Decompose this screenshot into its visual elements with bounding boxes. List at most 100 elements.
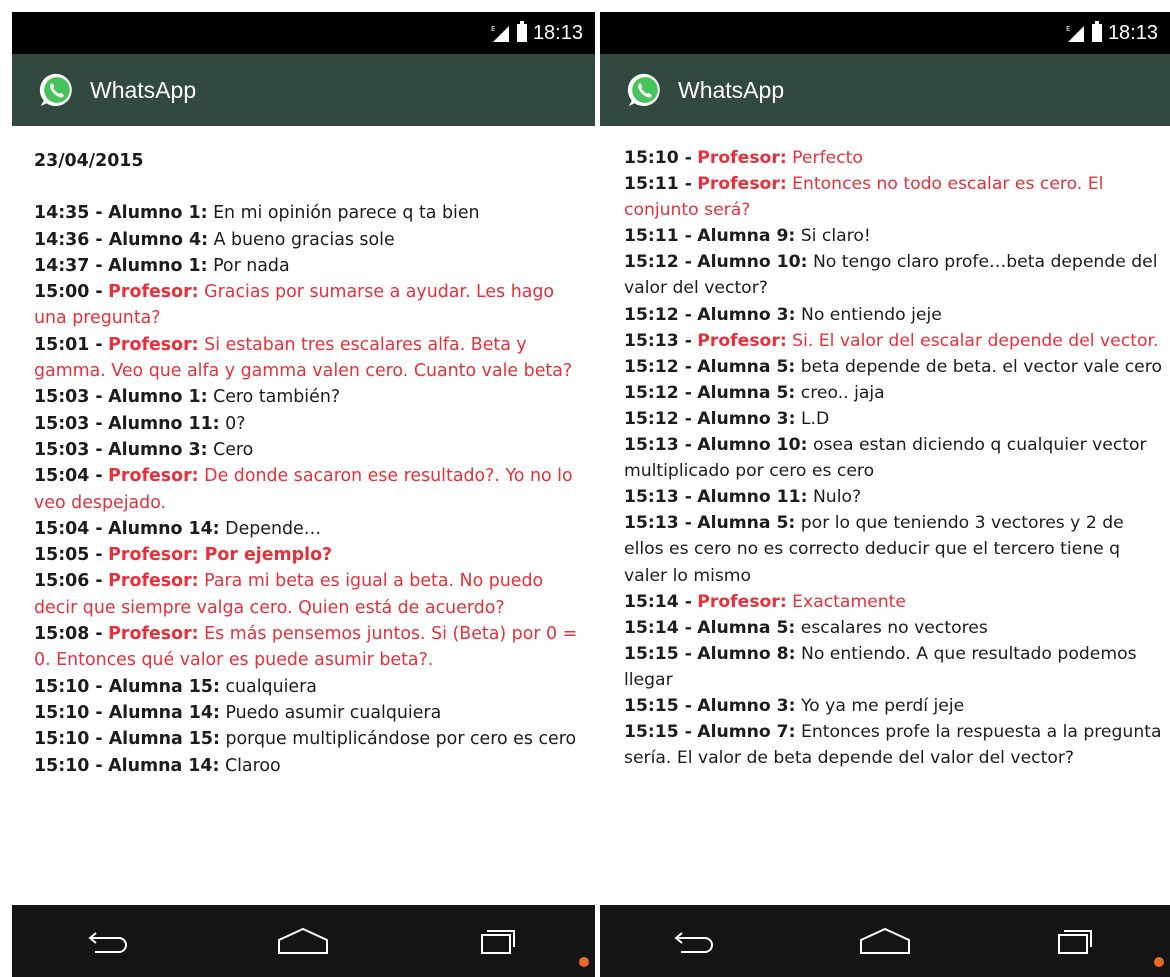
message-author: Alumno 7: — [697, 722, 796, 743]
student-message[interactable]: 14:37 - Alumno 1: Por nada — [34, 253, 581, 279]
message-time: 15:14 - — [624, 591, 692, 612]
message-time: 15:12 - — [624, 356, 692, 377]
professor-message[interactable]: 15:08 - Profesor: Es más pensemos juntos… — [34, 621, 581, 674]
student-message[interactable]: 15:12 - Alumno 3: No entiendo jeje — [624, 302, 1162, 328]
student-message[interactable]: 15:12 - Alumna 5: beta depende de beta. … — [624, 354, 1162, 380]
message-author: Alumno 3: — [697, 695, 796, 716]
signal-icon: E — [1066, 23, 1086, 43]
home-icon — [860, 927, 910, 954]
message-time: 15:03 - — [34, 439, 103, 460]
phone-screen-right: E 18:13 WhatsApp 15:10 - Profesor: Perfe… — [600, 12, 1170, 977]
chat-transcript: 15:10 - Profesor: Perfecto 15:11 - Profes… — [624, 145, 1162, 771]
recents-icon — [1058, 930, 1092, 954]
student-message[interactable]: 15:03 - Alumno 3: Cero — [34, 437, 581, 463]
professor-message[interactable]: 15:04 - Profesor: De donde sacaron ese r… — [34, 463, 581, 516]
message-text: En mi opinión parece q ta bien — [213, 203, 480, 224]
message-time: 14:35 - — [34, 203, 103, 224]
back-button[interactable] — [655, 916, 735, 966]
student-message[interactable]: 15:15 - Alumno 7: Entonces profe la resp… — [624, 719, 1162, 771]
student-message[interactable]: 15:04 - Alumno 14: Depende… — [34, 516, 581, 542]
status-bar: E 18:13 — [12, 12, 595, 54]
status-icons: E 18:13 — [1066, 18, 1158, 48]
recents-button[interactable] — [458, 916, 538, 966]
message-time: 15:01 - — [34, 334, 103, 355]
message-time: 15:04 - — [34, 518, 103, 539]
professor-message[interactable]: 15:13 - Profesor: Si. El valor del escal… — [624, 328, 1162, 354]
navigation-bar — [12, 905, 595, 977]
professor-message[interactable]: 15:06 - Profesor: Para mi beta es igual … — [34, 568, 581, 621]
message-text: creo.. jaja — [800, 382, 885, 403]
student-message[interactable]: 15:15 - Alumno 8: No entiendo. A que res… — [624, 641, 1162, 693]
message-author: Alumna 9: — [697, 226, 796, 247]
student-message[interactable]: 15:03 - Alumno 1: Cero también? — [34, 384, 581, 410]
message-time: 15:10 - — [34, 729, 109, 750]
student-message[interactable]: 14:36 - Alumno 4: A bueno gracias sole — [34, 227, 581, 253]
student-message[interactable]: 15:10 - Alumna 14: Puedo asumir cualquie… — [34, 700, 581, 726]
message-author: Alumna 5: — [697, 617, 796, 638]
student-message[interactable]: 15:03 - Alumno 11: 0? — [34, 411, 581, 437]
professor-message[interactable]: 15:10 - Profesor: Perfecto — [624, 145, 1162, 171]
message-author: Alumno 10: — [697, 435, 808, 456]
message-text: Puedo asumir cualquiera — [225, 702, 442, 723]
message-time: 15:13 - — [624, 513, 692, 534]
professor-message[interactable]: 15:00 - Profesor: Gracias por sumarse a … — [34, 279, 581, 332]
message-text: porque multiplicándose por cero es cero — [225, 729, 577, 750]
student-message[interactable]: 15:13 - Alumna 5: por lo que teniendo 3 … — [624, 510, 1162, 588]
message-text: Nulo? — [812, 487, 862, 508]
message-time: 15:13 - — [624, 330, 692, 351]
message-time: 15:03 - — [34, 387, 103, 408]
professor-message[interactable]: 15:14 - Profesor: Exactamente — [624, 589, 1162, 615]
student-message[interactable]: 15:13 - Alumno 11: Nulo? — [624, 484, 1162, 510]
message-author: Alumno 3: — [108, 439, 208, 460]
message-time: 15:13 - — [624, 487, 692, 508]
message-text: Claroo — [224, 755, 281, 776]
home-button[interactable] — [263, 916, 343, 966]
message-author: Profesor: — [697, 148, 787, 168]
student-message[interactable]: 15:12 - Alumno 10: No tengo claro profe…… — [624, 249, 1162, 301]
message-time: 14:37 - — [34, 255, 103, 276]
message-time: 15:10 - — [624, 148, 692, 168]
navigation-bar — [600, 905, 1170, 977]
message-time: 15:12 - — [624, 252, 692, 273]
message-time: 15:08 - — [34, 624, 103, 645]
message-time: 15:04 - — [34, 466, 103, 487]
home-button[interactable] — [845, 916, 925, 966]
whatsapp-icon[interactable] — [38, 71, 76, 109]
message-author: Alumno 3: — [697, 408, 796, 429]
message-author: Alumno 11: — [108, 413, 220, 434]
back-button[interactable] — [69, 916, 149, 966]
message-text: Exactamente — [792, 591, 906, 612]
student-message[interactable]: 15:10 - Alumna 15: cualquiera — [34, 674, 581, 700]
student-message[interactable]: 15:10 - Alumna 14: Claroo — [34, 753, 581, 779]
whatsapp-icon[interactable] — [626, 71, 664, 109]
message-text: Yo ya me perdí jeje — [800, 695, 965, 716]
message-text: Entonces no todo escalar es cero. El con… — [624, 174, 1104, 221]
app-title: WhatsApp — [90, 76, 197, 103]
message-author: Alumna 5: — [697, 382, 796, 403]
student-message[interactable]: 15:12 - Alumno 3: L.D — [624, 406, 1162, 432]
recents-button[interactable] — [1035, 916, 1115, 966]
message-text: Perfecto — [792, 148, 863, 168]
status-time: 18:13 — [532, 21, 583, 44]
student-message[interactable]: 15:10 - Alumna 15: porque multiplicándos… — [34, 726, 581, 752]
message-author: Profesor: — [108, 571, 199, 592]
status-icons: E 18:13 — [491, 18, 583, 48]
message-author: Alumna 5: — [697, 356, 796, 377]
student-message[interactable]: 14:35 - Alumno 1: En mi opinión parece q… — [34, 200, 581, 226]
professor-message[interactable]: 15:05 - Profesor: Por ejemplo? — [34, 542, 581, 568]
message-time: 15:05 - — [34, 545, 103, 566]
battery-icon — [516, 21, 527, 42]
status-time: 18:13 — [1107, 21, 1158, 44]
message-time: 15:12 - — [624, 408, 692, 429]
professor-message[interactable]: 15:01 - Profesor: Si estaban tres escala… — [34, 332, 581, 385]
student-message[interactable]: 15:11 - Alumna 9: Si claro! — [624, 223, 1162, 249]
message-author: Profesor: — [697, 330, 787, 351]
student-message[interactable]: 15:12 - Alumna 5: creo.. jaja — [624, 380, 1162, 406]
professor-message[interactable]: 15:11 - Profesor: Entonces no todo escal… — [624, 171, 1162, 223]
student-message[interactable]: 15:13 - Alumno 10: osea estan diciendo q… — [624, 432, 1162, 484]
student-message[interactable]: 15:15 - Alumno 3: Yo ya me perdí jeje — [624, 693, 1162, 719]
notification-dot — [1154, 957, 1164, 967]
chat-transcript: 23/04/2015 14:35 - Alumno 1: En mi opini… — [34, 148, 581, 779]
message-time: 15:10 - — [34, 702, 109, 723]
student-message[interactable]: 15:14 - Alumna 5: escalares no vectores — [624, 615, 1162, 641]
